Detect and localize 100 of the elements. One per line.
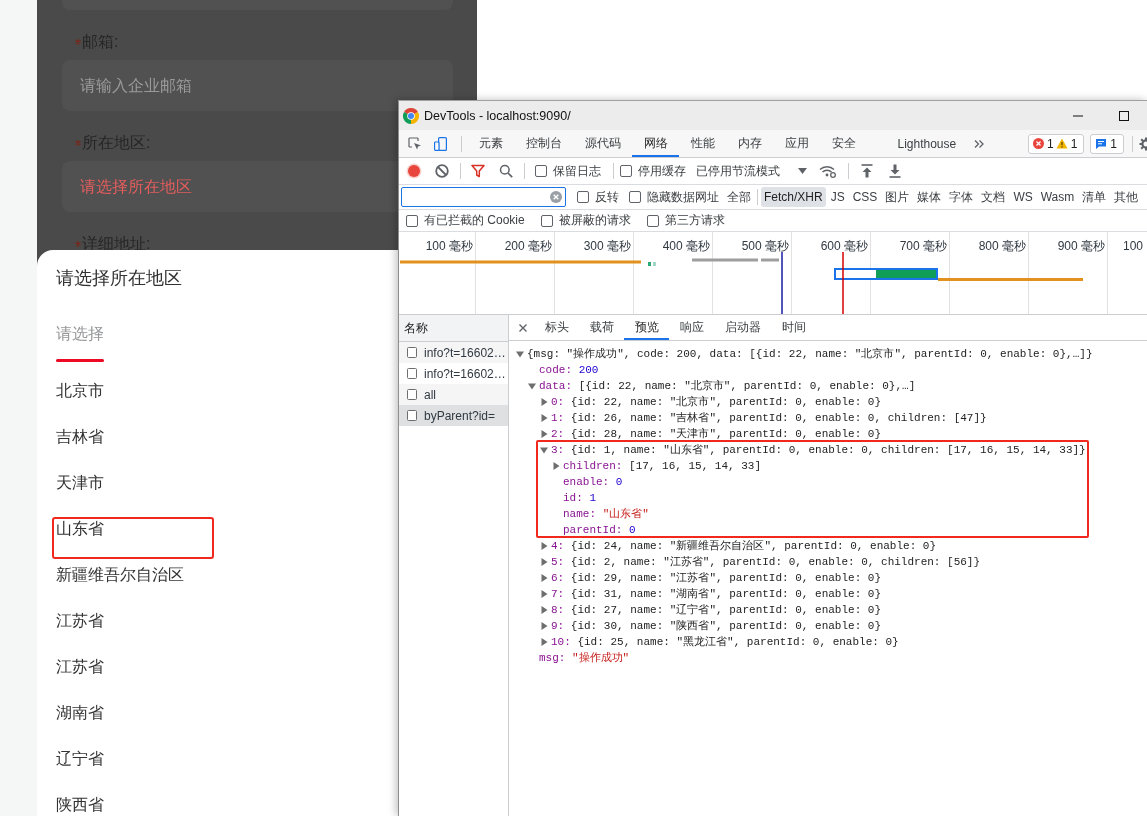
json-entry: name: "山东省" [563, 507, 649, 522]
double-chevron-icon[interactable] [973, 138, 984, 149]
region-option[interactable]: 新疆维吾尔自治区 [56, 552, 184, 598]
app-logo-icon [403, 107, 419, 124]
inspect-icon[interactable] [408, 136, 422, 151]
checkbox-label[interactable]: 第三方请求 [664, 212, 725, 229]
record-icon[interactable] [406, 163, 422, 179]
checkbox[interactable] [629, 191, 641, 203]
checkbox[interactable] [577, 191, 589, 203]
messages-button[interactable]: 1 [1090, 133, 1124, 154]
tick-label: 700 毫秒 [899, 238, 947, 255]
disclosure-triangle-icon[interactable] [540, 542, 548, 550]
region-option[interactable]: 陕西省 [56, 782, 104, 816]
filter-input[interactable] [401, 187, 566, 207]
detail-tab[interactable]: 预览 [624, 315, 669, 340]
type-filter-button[interactable]: 媒体 [914, 187, 945, 207]
checkbox-label[interactable]: 被屏蔽的请求 [558, 212, 631, 229]
panel-tab[interactable]: 元素 [467, 130, 514, 157]
region-option[interactable]: 山东省 [56, 506, 104, 552]
type-filter-button[interactable]: Wasm [1037, 187, 1078, 207]
warning-icon [1055, 138, 1068, 149]
detail-tab[interactable]: 标头 [534, 315, 579, 340]
detail-tab[interactable]: 时间 [771, 315, 816, 340]
disclosure-triangle-icon[interactable] [540, 430, 548, 438]
type-filter-button[interactable]: CSS [849, 187, 881, 207]
region-option[interactable]: 江苏省 [56, 644, 104, 690]
disclosure-triangle-icon[interactable] [552, 462, 560, 470]
upload-icon[interactable] [861, 164, 873, 178]
panel-tab[interactable]: 内存 [726, 130, 773, 157]
settings-icon[interactable] [1139, 136, 1147, 151]
type-filter-button[interactable]: 图片 [882, 187, 913, 207]
region-option[interactable]: 江苏省 [56, 598, 104, 644]
panel-tab[interactable]: 控制台 [514, 130, 573, 157]
panel-tab[interactable]: 安全 [820, 130, 867, 157]
checkbox[interactable] [406, 214, 418, 227]
checkbox[interactable] [540, 214, 553, 227]
type-filter-button[interactable]: JS [827, 187, 848, 207]
detail-tab[interactable]: 启动器 [714, 315, 771, 340]
request-row[interactable]: info?t=16602… [399, 342, 508, 363]
region-option[interactable]: 吉林省 [56, 414, 104, 460]
checkbox-label[interactable]: 保留日志 [553, 162, 601, 180]
checkbox[interactable] [646, 214, 659, 227]
close-icon[interactable] [519, 323, 527, 332]
checkbox[interactable] [620, 165, 632, 177]
region-option[interactable]: 北京市 [56, 368, 104, 414]
region-option[interactable]: 辽宁省 [56, 736, 104, 782]
type-filter-button[interactable]: 其他 [1111, 187, 1142, 207]
disclosure-triangle-icon[interactable] [540, 606, 548, 614]
disclosure-triangle-icon[interactable] [540, 574, 548, 582]
panel-tab[interactable]: 源代码 [573, 130, 632, 157]
checkbox-label[interactable]: 反转 [595, 188, 619, 206]
region-option[interactable]: 湖南省 [56, 690, 104, 736]
request-row[interactable]: all [399, 384, 508, 405]
timing-marker-line [842, 251, 844, 314]
request-row[interactable]: byParent?id= [399, 405, 508, 426]
disclosure-triangle-icon[interactable] [540, 446, 548, 454]
request-row[interactable]: info?t=16602… [399, 363, 508, 384]
device-icon[interactable] [434, 136, 447, 151]
panel-tab[interactable]: 应用 [773, 130, 820, 157]
type-filter-button[interactable]: 字体 [946, 187, 977, 207]
input-field[interactable]: 请选择所在地区 [62, 161, 398, 212]
disclosure-triangle-icon[interactable] [540, 398, 548, 406]
json-entry: msg: "操作成功" [539, 651, 630, 666]
type-filter-button[interactable]: WS [1010, 187, 1036, 207]
checkbox-label[interactable]: 隐藏数据网址 [647, 188, 719, 206]
disclosure-triangle-icon[interactable] [540, 558, 548, 566]
wifi-gear-icon[interactable] [819, 164, 836, 178]
download-icon[interactable] [889, 164, 901, 178]
panel-tab[interactable]: Lighthouse [886, 130, 968, 157]
clear-icon[interactable] [550, 191, 562, 203]
region-option[interactable]: 天津市 [56, 460, 104, 506]
type-filter-button[interactable]: 清单 [1079, 187, 1110, 207]
detail-tab[interactable]: 响应 [669, 315, 714, 340]
maximize-icon[interactable] [1119, 110, 1129, 121]
disclosure-triangle-icon[interactable] [528, 382, 536, 390]
type-filter-button[interactable]: 文档 [978, 187, 1009, 207]
square-icon [407, 368, 417, 379]
issues-button[interactable]: 1 1 [1027, 133, 1085, 154]
checkbox-label[interactable]: 停用缓存 [638, 162, 686, 180]
checkbox[interactable] [535, 165, 547, 177]
disclosure-triangle-icon[interactable] [540, 590, 548, 598]
type-filter-button[interactable]: 全部 [724, 187, 754, 207]
tick-label: 100 毫秒 [425, 238, 473, 255]
throttling-dropdown[interactable]: 已停用节流模式 [696, 162, 807, 180]
square-icon [407, 389, 417, 400]
warning-count: 1 [1070, 136, 1078, 151]
json-entry: 10: {id: 25, name: "黑龙江省", parentId: 0, enable: 0} [551, 635, 899, 650]
detail-tab[interactable]: 载荷 [579, 315, 624, 340]
disclosure-triangle-icon[interactable] [540, 638, 548, 646]
filter-icon[interactable] [471, 164, 485, 178]
disclosure-triangle-icon[interactable] [516, 350, 524, 358]
circle-slash-icon[interactable] [435, 164, 449, 178]
type-filter-button[interactable]: Fetch/XHR [761, 187, 826, 207]
search-icon[interactable] [499, 164, 513, 178]
disclosure-triangle-icon[interactable] [540, 414, 548, 422]
checkbox-label[interactable]: 有已拦截的 Cookie [424, 212, 525, 229]
panel-tab[interactable]: 性能 [679, 130, 726, 157]
disclosure-triangle-icon[interactable] [540, 622, 548, 630]
square-icon [407, 347, 417, 358]
input-field[interactable]: 请输入企业邮箱 [62, 60, 453, 111]
